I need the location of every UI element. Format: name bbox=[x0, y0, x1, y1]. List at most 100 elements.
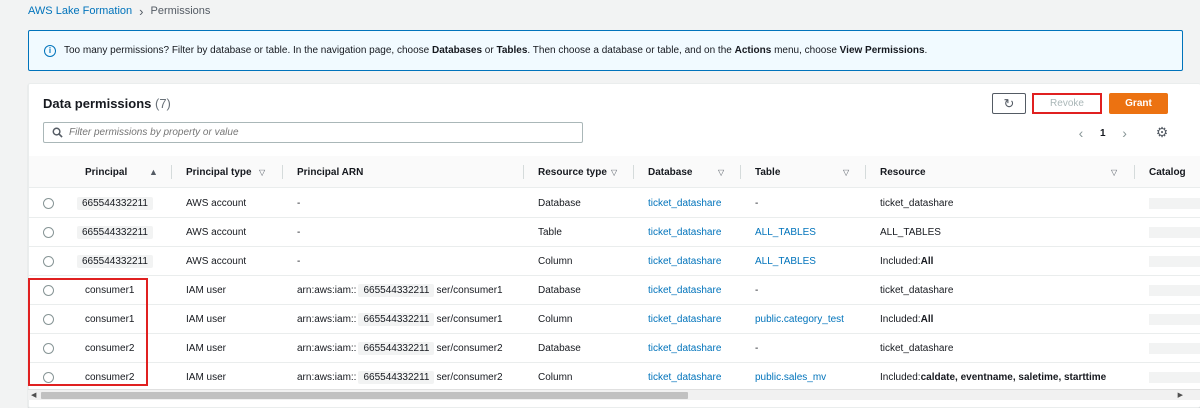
row-select-radio[interactable] bbox=[43, 314, 54, 325]
cell-principal-arn: - bbox=[297, 218, 300, 246]
row-select-radio[interactable] bbox=[43, 227, 54, 238]
column-divider bbox=[1134, 165, 1135, 179]
cell-resource-type: Column bbox=[538, 371, 573, 383]
breadcrumb-current: Permissions bbox=[150, 5, 211, 17]
table-row[interactable]: 665544332211 AWS account - Table ticket_data… bbox=[29, 218, 1200, 247]
table-row[interactable]: 665544332211 AWS account - Database ticket_d… bbox=[29, 189, 1200, 218]
refresh-button[interactable]: ↻ bbox=[992, 93, 1026, 114]
chevron-right-icon[interactable]: › bbox=[1118, 125, 1132, 141]
table-row[interactable]: consumer2 IAM user arn:aws:iam:: 6655443322… bbox=[29, 334, 1200, 363]
table-row[interactable]: 665544332211 AWS account - Column ticket_dat… bbox=[29, 247, 1200, 276]
info-actions: Actions bbox=[734, 45, 772, 56]
column-divider bbox=[523, 165, 524, 179]
resource-value: ticket_datashare bbox=[880, 197, 954, 209]
breadcrumb-link-lake-formation[interactable]: AWS Lake Formation bbox=[28, 5, 132, 17]
database-link[interactable]: ticket_datashare bbox=[648, 247, 721, 275]
col-database-label: Database bbox=[648, 166, 693, 178]
table-link[interactable]: ALL_TABLES bbox=[755, 218, 816, 246]
row-select-radio[interactable] bbox=[43, 256, 54, 267]
table-row[interactable]: consumer2 IAM user arn:aws:iam:: 6655443322… bbox=[29, 363, 1200, 392]
sort-icon[interactable]: ▽ bbox=[611, 156, 617, 188]
cell-principal: 665544332211 bbox=[77, 247, 153, 275]
col-database[interactable]: Database bbox=[648, 156, 692, 188]
filter-box[interactable] bbox=[43, 122, 583, 143]
horizontal-scrollbar[interactable]: ◀ ▶ bbox=[28, 389, 1200, 400]
cell-resource: ticket_datashare bbox=[880, 189, 953, 217]
resource-label: Included: bbox=[880, 371, 921, 383]
pagination: ‹ 1 › bbox=[1074, 125, 1132, 141]
database-link[interactable]: ticket_datashare bbox=[648, 189, 721, 217]
table-row[interactable]: consumer1 IAM user arn:aws:iam:: 6655443322… bbox=[29, 305, 1200, 334]
cell-resource: Included: caldate, eventname, saletime, … bbox=[880, 363, 1106, 391]
cell-resource-type: Column bbox=[538, 313, 573, 325]
sort-icon[interactable]: ▽ bbox=[259, 156, 265, 188]
row-select-radio[interactable] bbox=[43, 372, 54, 383]
table-row[interactable]: consumer1 IAM user arn:aws:iam:: 6655443322… bbox=[29, 276, 1200, 305]
cell-principal-arn: - bbox=[297, 247, 300, 275]
table-link[interactable]: public.category_test bbox=[755, 305, 844, 333]
cell-resource-type: Database bbox=[538, 197, 581, 209]
col-principal[interactable]: Principal bbox=[85, 156, 127, 188]
database-link[interactable]: ticket_datashare bbox=[648, 218, 721, 246]
cell-principal-arn: arn:aws:iam:: 665544332211 ser/consumer1 bbox=[297, 305, 503, 333]
database-link[interactable]: ticket_datashare bbox=[648, 305, 721, 333]
cell-principal: consumer2 bbox=[85, 334, 134, 362]
table-link[interactable]: public.sales_mv bbox=[755, 363, 826, 391]
cell-table: - bbox=[755, 342, 759, 354]
cell-catalog bbox=[1149, 198, 1200, 209]
col-resource[interactable]: Resource bbox=[880, 156, 926, 188]
gear-icon[interactable]: ⚙ bbox=[1154, 124, 1170, 140]
cell-catalog bbox=[1149, 372, 1200, 383]
database-link[interactable]: ticket_datashare bbox=[648, 334, 721, 362]
arn-account-id: 665544332211 bbox=[358, 341, 435, 355]
column-divider bbox=[740, 165, 741, 179]
table-link[interactable]: ALL_TABLES bbox=[755, 247, 816, 275]
principal-value: consumer1 bbox=[85, 284, 135, 296]
resource-value: ticket_datashare bbox=[880, 284, 954, 296]
page-number[interactable]: 1 bbox=[1100, 128, 1106, 139]
row-select-radio[interactable] bbox=[43, 198, 54, 209]
grant-button[interactable]: Grant bbox=[1109, 93, 1168, 114]
row-select-radio[interactable] bbox=[43, 285, 54, 296]
arn-account-id: 665544332211 bbox=[358, 312, 435, 326]
sort-icon[interactable]: ▽ bbox=[718, 156, 724, 188]
scrollbar-thumb[interactable] bbox=[41, 392, 688, 399]
sort-icon[interactable]: ▽ bbox=[843, 156, 849, 188]
database-link[interactable]: ticket_datashare bbox=[648, 363, 721, 391]
col-resource-type[interactable]: Resource type bbox=[538, 156, 607, 188]
info-text-part: or bbox=[482, 45, 497, 56]
scroll-left-icon[interactable]: ◀ bbox=[31, 390, 36, 401]
cell-catalog bbox=[1149, 285, 1200, 296]
table-header: Principal ▲ Principal type ▽ Principal A… bbox=[29, 156, 1200, 188]
database-link[interactable]: ticket_datashare bbox=[648, 276, 721, 304]
column-divider bbox=[633, 165, 634, 179]
cell-resource-type: Table bbox=[538, 226, 562, 238]
sort-asc-icon[interactable]: ▲ bbox=[149, 156, 158, 188]
chevron-right-icon: › bbox=[139, 3, 144, 19]
data-permissions-panel: Data permissions (7) ↻ Revoke Grant ‹ 1 … bbox=[28, 83, 1200, 408]
col-catalog[interactable]: Catalog bbox=[1149, 156, 1186, 188]
arn-suffix: ser/consumer2 bbox=[436, 342, 503, 354]
sort-icon[interactable]: ▽ bbox=[1111, 156, 1117, 188]
arn-prefix: arn:aws:iam:: bbox=[297, 371, 357, 383]
col-table[interactable]: Table bbox=[755, 156, 780, 188]
info-view-permissions: View Permissions bbox=[839, 45, 925, 56]
chevron-left-icon[interactable]: ‹ bbox=[1074, 125, 1088, 141]
col-principal-arn[interactable]: Principal ARN bbox=[297, 156, 363, 188]
filter-input[interactable] bbox=[63, 127, 563, 138]
scroll-right-icon[interactable]: ▶ bbox=[1178, 390, 1183, 401]
info-text-part: . Then choose a database or table, and o… bbox=[527, 45, 735, 56]
col-principal-label: Principal bbox=[85, 166, 128, 178]
arn-prefix: - bbox=[297, 255, 301, 267]
cell-principal-arn: arn:aws:iam:: 665544332211 ser/consumer2 bbox=[297, 363, 503, 391]
arn-account-id: 665544332211 bbox=[358, 283, 435, 297]
revoke-button[interactable]: Revoke bbox=[1032, 93, 1102, 114]
column-divider bbox=[282, 165, 283, 179]
cell-catalog bbox=[1149, 343, 1200, 354]
arn-prefix: arn:aws:iam:: bbox=[297, 342, 357, 354]
cell-table: - bbox=[755, 284, 759, 296]
col-principal-type[interactable]: Principal type bbox=[186, 156, 252, 188]
cell-catalog bbox=[1149, 256, 1200, 267]
row-select-radio[interactable] bbox=[43, 343, 54, 354]
principal-value: 665544332211 bbox=[77, 196, 153, 210]
